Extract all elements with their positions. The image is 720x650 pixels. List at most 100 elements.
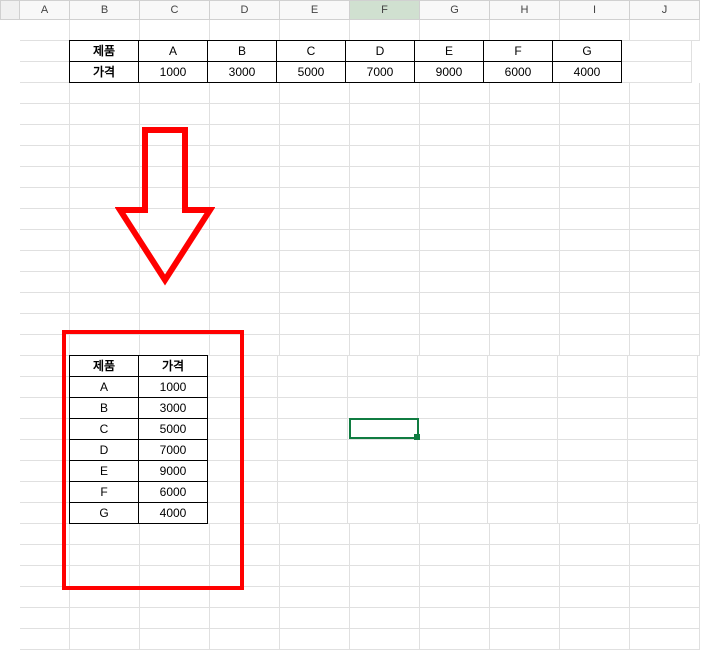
cell-B5[interactable] [70, 104, 140, 125]
cell-C16[interactable] [140, 335, 210, 356]
cell-F17[interactable] [348, 356, 418, 377]
cell-E5[interactable] [280, 104, 350, 125]
cell-C9[interactable] [140, 188, 210, 209]
cell-E6[interactable] [280, 125, 350, 146]
cell-A12[interactable] [20, 251, 70, 272]
cell-I10[interactable] [560, 209, 630, 230]
cell-B3[interactable]: 가격 [69, 61, 139, 83]
cell-G21[interactable] [418, 440, 488, 461]
col-header-F[interactable]: F [350, 0, 420, 20]
cell-A28[interactable] [20, 587, 70, 608]
cell-F23[interactable] [348, 482, 418, 503]
cell-H3[interactable]: 6000 [483, 61, 553, 83]
cell-G28[interactable] [420, 587, 490, 608]
cell-F4[interactable] [350, 83, 420, 104]
cell-C14[interactable] [140, 293, 210, 314]
cell-B1[interactable] [70, 20, 140, 41]
cell-A7[interactable] [20, 146, 70, 167]
cell-J17[interactable] [628, 356, 698, 377]
cell-J4[interactable] [630, 83, 700, 104]
cell-J10[interactable] [630, 209, 700, 230]
cell-G1[interactable] [420, 20, 490, 41]
cell-I29[interactable] [560, 608, 630, 629]
cell-C21[interactable]: 7000 [138, 439, 208, 461]
cell-J30[interactable] [630, 629, 700, 650]
cell-G4[interactable] [420, 83, 490, 104]
select-all-corner[interactable] [0, 0, 20, 20]
cell-G23[interactable] [418, 482, 488, 503]
cell-H27[interactable] [490, 566, 560, 587]
cell-I16[interactable] [560, 335, 630, 356]
cell-B4[interactable] [70, 83, 140, 104]
cell-D13[interactable] [210, 272, 280, 293]
cell-I30[interactable] [560, 629, 630, 650]
cell-C15[interactable] [140, 314, 210, 335]
cell-F1[interactable] [350, 20, 420, 41]
cell-G19[interactable] [418, 398, 488, 419]
cell-B25[interactable] [70, 524, 140, 545]
cell-J14[interactable] [630, 293, 700, 314]
cell-E30[interactable] [280, 629, 350, 650]
cell-B20[interactable]: C [69, 418, 139, 440]
cell-D19[interactable] [208, 398, 278, 419]
cell-A5[interactable] [20, 104, 70, 125]
cell-C1[interactable] [140, 20, 210, 41]
cell-F5[interactable] [350, 104, 420, 125]
cell-H25[interactable] [490, 524, 560, 545]
cell-G20[interactable] [418, 419, 488, 440]
cell-C29[interactable] [140, 608, 210, 629]
cell-F11[interactable] [350, 230, 420, 251]
spreadsheet[interactable]: ABCDEFGHIJ 제품ABCDEFG가격100030005000700090… [0, 0, 720, 639]
cell-B12[interactable] [70, 251, 140, 272]
cell-E4[interactable] [280, 83, 350, 104]
cell-J20[interactable] [628, 419, 698, 440]
col-header-C[interactable]: C [140, 0, 210, 20]
cell-C10[interactable] [140, 209, 210, 230]
cell-A22[interactable] [20, 461, 70, 482]
cell-G26[interactable] [420, 545, 490, 566]
cell-D22[interactable] [208, 461, 278, 482]
cell-H24[interactable] [488, 503, 558, 524]
cell-G13[interactable] [420, 272, 490, 293]
cell-D15[interactable] [210, 314, 280, 335]
cell-D14[interactable] [210, 293, 280, 314]
cell-E18[interactable] [278, 377, 348, 398]
cell-E13[interactable] [280, 272, 350, 293]
cell-I15[interactable] [560, 314, 630, 335]
cell-H9[interactable] [490, 188, 560, 209]
cell-J1[interactable] [630, 20, 700, 41]
cell-C7[interactable] [140, 146, 210, 167]
cell-I7[interactable] [560, 146, 630, 167]
cell-D21[interactable] [208, 440, 278, 461]
cell-I5[interactable] [560, 104, 630, 125]
cell-J22[interactable] [628, 461, 698, 482]
cell-A6[interactable] [20, 125, 70, 146]
cell-B18[interactable]: A [69, 376, 139, 398]
cell-H12[interactable] [490, 251, 560, 272]
cell-C22[interactable]: 9000 [138, 460, 208, 482]
cell-E9[interactable] [280, 188, 350, 209]
cell-E12[interactable] [280, 251, 350, 272]
cell-D7[interactable] [210, 146, 280, 167]
cell-E19[interactable] [278, 398, 348, 419]
cell-F21[interactable] [348, 440, 418, 461]
cell-C19[interactable]: 3000 [138, 397, 208, 419]
cell-B22[interactable]: E [69, 460, 139, 482]
cell-F12[interactable] [350, 251, 420, 272]
cell-E17[interactable] [278, 356, 348, 377]
cell-J11[interactable] [630, 230, 700, 251]
cell-G30[interactable] [420, 629, 490, 650]
cell-F14[interactable] [350, 293, 420, 314]
cell-D4[interactable] [210, 83, 280, 104]
cell-C27[interactable] [140, 566, 210, 587]
cell-I1[interactable] [560, 20, 630, 41]
cell-I4[interactable] [560, 83, 630, 104]
cell-I24[interactable] [558, 503, 628, 524]
cell-D10[interactable] [210, 209, 280, 230]
cell-J25[interactable] [630, 524, 700, 545]
cell-A9[interactable] [20, 188, 70, 209]
cell-D20[interactable] [208, 419, 278, 440]
cell-A29[interactable] [20, 608, 70, 629]
cell-A14[interactable] [20, 293, 70, 314]
cell-G8[interactable] [420, 167, 490, 188]
